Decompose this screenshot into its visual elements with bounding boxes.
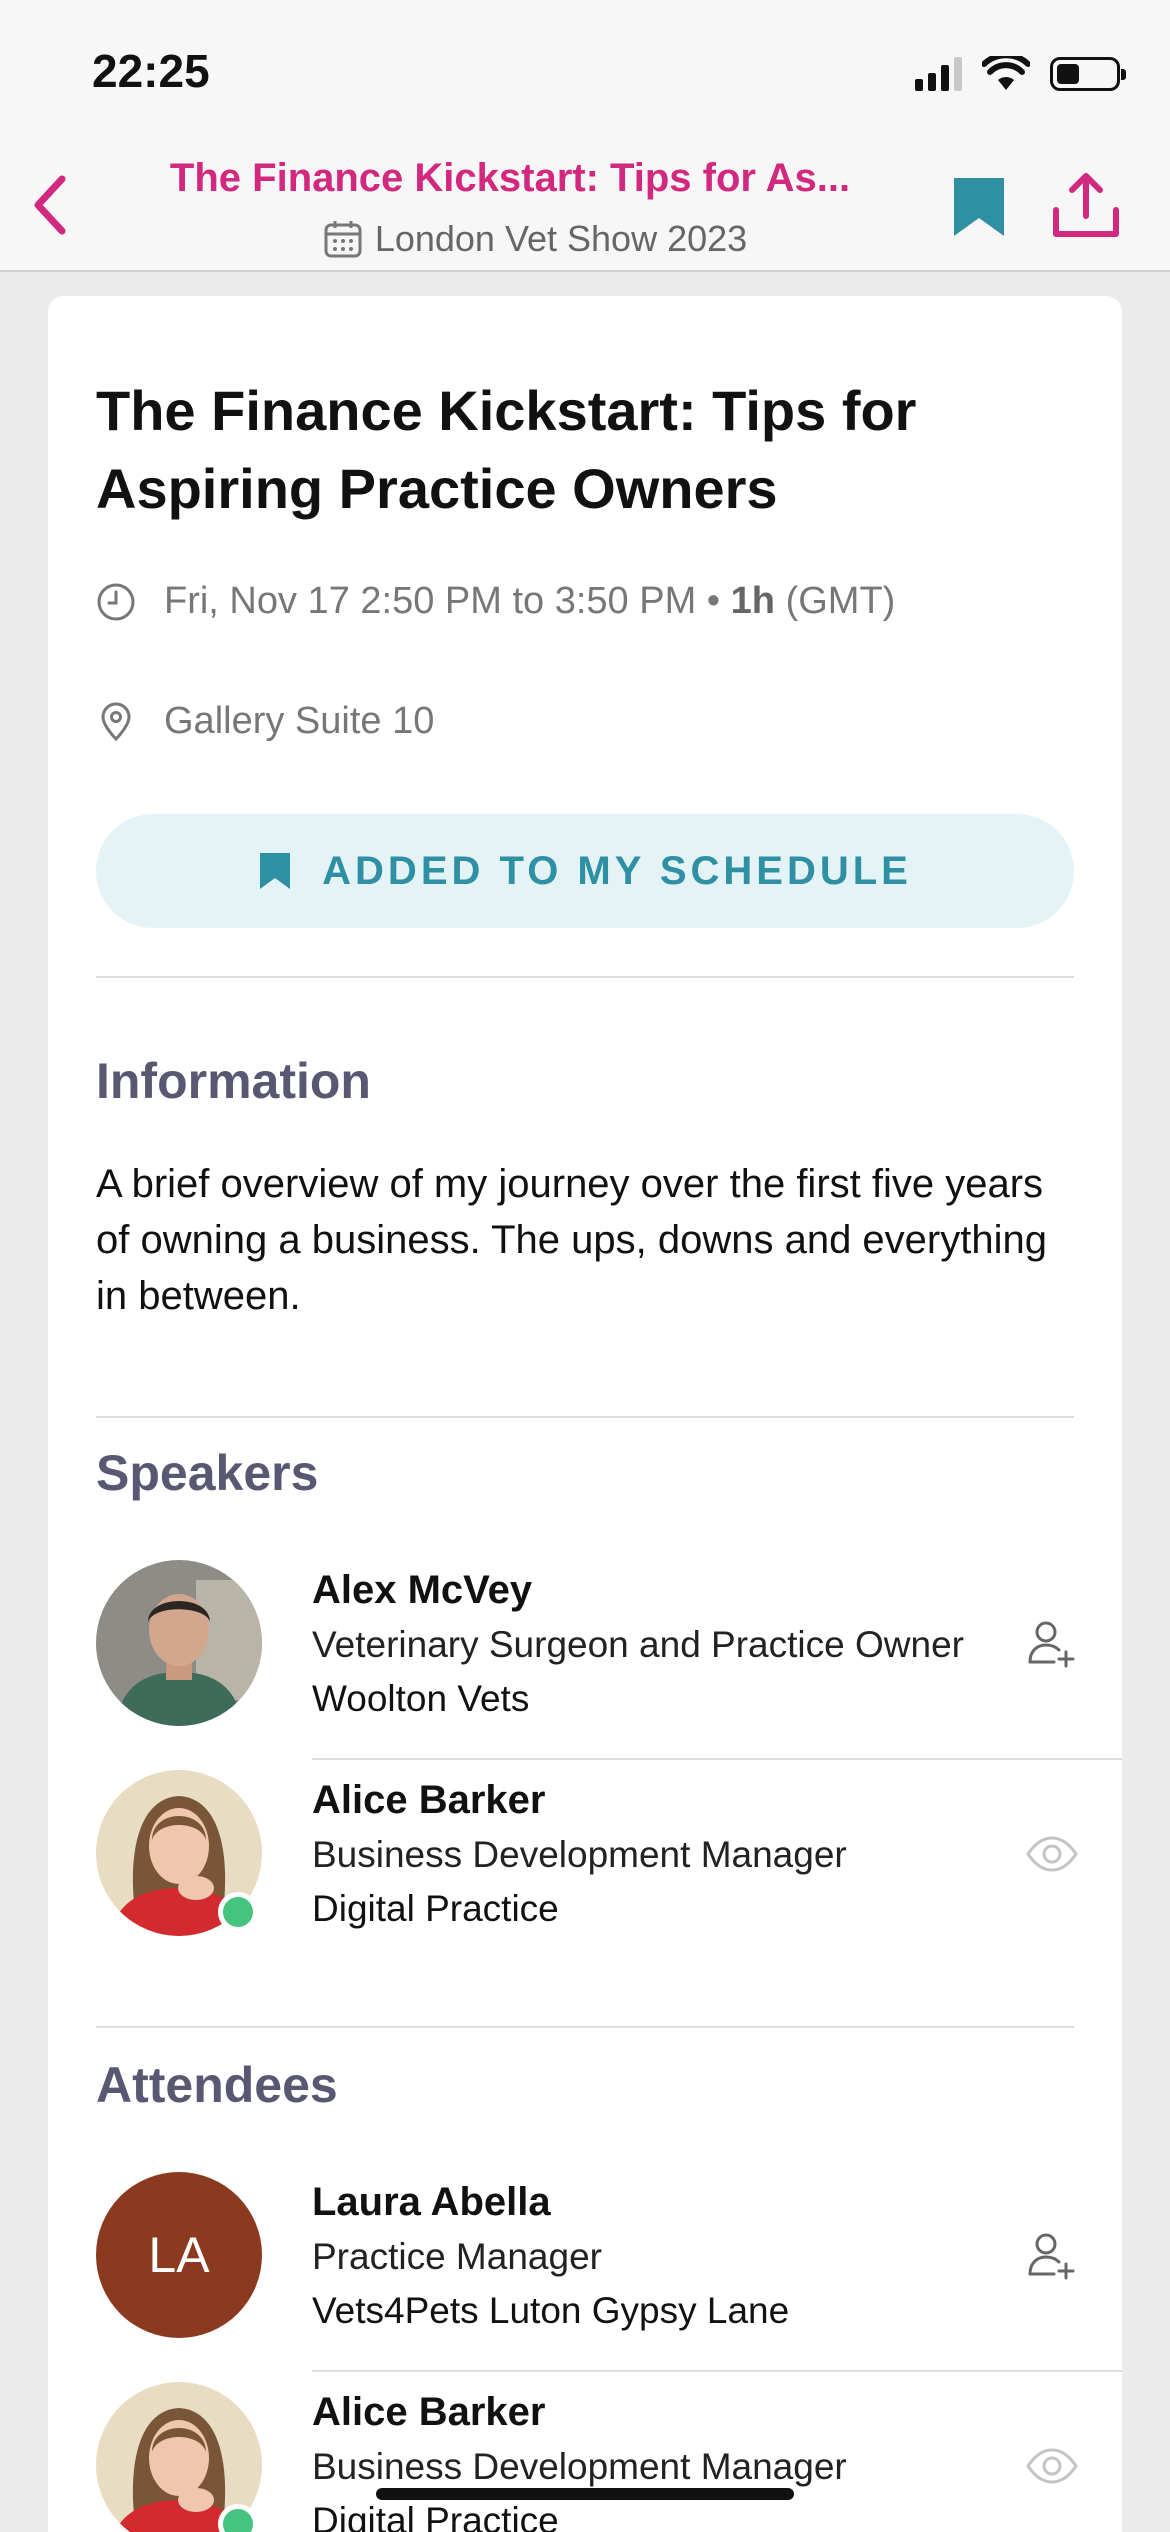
session-duration: 1h [730,580,776,622]
cellular-signal-icon [915,57,962,91]
nav-header: The Finance Kickstart: Tips for As... Lo… [0,140,1170,272]
information-heading: Information [96,1053,371,1109]
eye-icon[interactable] [1024,2438,1080,2494]
speaker-org: Digital Practice [312,1888,559,1929]
chevron-left-icon [34,175,66,235]
divider [96,976,1074,978]
online-status-dot [218,1892,258,1932]
location-pin-icon [101,702,131,741]
avatar [96,1560,262,1726]
attendees-heading: Attendees [96,2057,338,2113]
add-contact-icon[interactable] [1024,1616,1080,1672]
attendee-name: Laura Abella [312,2180,551,2224]
attendee-role: Practice Manager [312,2236,602,2277]
session-title: The Finance Kickstart: Tips for Aspiring… [96,379,917,520]
event-name: London Vet Show 2023 [374,218,748,259]
session-time-row: Fri, Nov 17 2:50 PM to 3:50 PM • 1h (GMT… [96,580,895,623]
schedule-button-label: ADDED TO MY SCHEDULE [322,848,912,893]
speaker-name: Alice Barker [312,1778,546,1822]
divider [312,1758,1122,1760]
online-status-dot [218,2504,258,2532]
session-location: Gallery Suite 10 [164,700,435,742]
wifi-icon [982,56,1030,90]
session-card: The Finance Kickstart: Tips for Aspiring… [48,296,1122,2532]
home-indicator[interactable] [376,2488,794,2500]
divider [96,2026,1074,2028]
speaker-role: Veterinary Surgeon and Practice Owner [312,1624,964,1665]
divider [312,2370,1122,2372]
session-timezone: (GMT) [785,580,896,622]
bookmark-icon [260,853,291,889]
divider [96,1416,1074,1418]
speaker-org: Woolton Vets [312,1678,530,1719]
eye-icon[interactable] [1024,1826,1080,1882]
attendee-org: Vets4Pets Luton Gypsy Lane [312,2290,790,2331]
avatar-initials: LA [96,2172,262,2338]
attendee-role: Business Development Manager [312,2446,847,2487]
speaker-item[interactable]: Alice Barker Business Development Manage… [96,1770,1122,1980]
speakers-heading: Speakers [96,1445,319,1501]
attendee-org: Digital Practice [312,2500,559,2532]
add-contact-icon[interactable] [1024,2228,1080,2284]
back-button[interactable] [20,170,80,240]
nav-subtitle[interactable]: London Vet Show 2023 [150,218,920,260]
status-icons [915,52,1126,96]
status-bar: 22:25 [0,0,1170,140]
speaker-item[interactable]: Alex McVey Veterinary Surgeon and Practi… [96,1560,1122,1770]
session-location-row[interactable]: Gallery Suite 10 [96,700,434,743]
calendar-icon [324,221,362,258]
battery-icon [1050,57,1126,91]
clock-icon [97,583,135,620]
battery-level [1057,64,1080,84]
attendee-item[interactable]: LA Laura Abella Practice Manager Vets4Pe… [96,2172,1122,2382]
bookmark-icon[interactable] [950,174,1008,240]
nav-title: The Finance Kickstart: Tips for As... [169,156,851,200]
share-icon[interactable] [1050,170,1122,242]
speaker-name: Alex McVey [312,1568,533,1612]
status-time: 22:25 [92,45,210,97]
session-time: Fri, Nov 17 2:50 PM to 3:50 PM • [164,580,721,622]
attendee-item[interactable]: Alice Barker Business Development Manage… [96,2382,1122,2532]
attendee-name: Alice Barker [312,2390,546,2434]
added-to-schedule-button[interactable]: ADDED TO MY SCHEDULE [96,814,1074,928]
speaker-role: Business Development Manager [312,1834,847,1875]
information-body: A brief overview of my journey over the … [96,1162,1047,1318]
